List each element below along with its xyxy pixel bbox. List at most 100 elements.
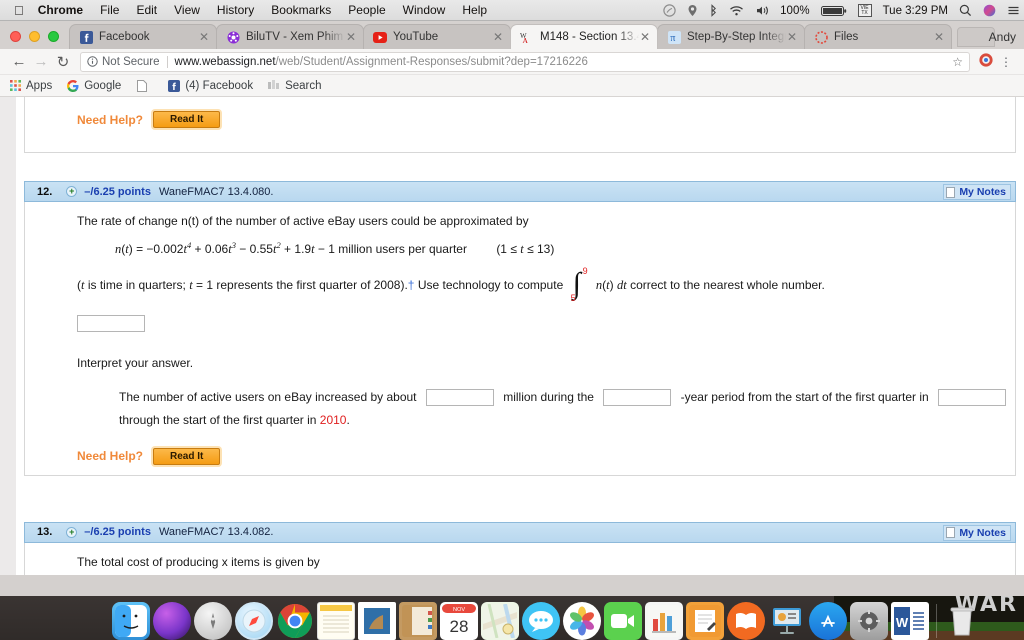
dock-item-calendar-icon[interactable]: NOV 28: [440, 602, 478, 640]
interpret-blank-2[interactable]: [603, 389, 672, 407]
dock-item-trash-icon[interactable]: [943, 602, 981, 640]
wifi-icon[interactable]: [729, 4, 744, 17]
menu-item-chrome[interactable]: Chrome: [38, 3, 83, 17]
expand-icon[interactable]: +: [66, 186, 78, 197]
dock-item-contacts-icon[interactable]: [399, 602, 437, 640]
macos-dock: WAR NOV 28 W: [0, 596, 1024, 640]
need-help-row: Need Help? Read It: [25, 111, 1015, 128]
bookmark-facebook[interactable]: (4) Facebook: [167, 79, 253, 93]
bookmark-search[interactable]: Search: [267, 79, 322, 93]
read-it-button[interactable]: Read It: [153, 111, 221, 128]
siri-icon[interactable]: [983, 4, 996, 17]
dock-item-launchpad-icon[interactable]: [194, 602, 232, 640]
profile-name-button[interactable]: Andy: [989, 30, 1016, 44]
browser-tab-m148-section-13-4[interactable]: WA M148 - Section 13.4 (6 ✕: [510, 24, 658, 49]
close-tab-icon[interactable]: ✕: [786, 31, 798, 43]
volume-icon[interactable]: [755, 4, 769, 17]
files-icon: [814, 30, 828, 44]
dock-item-system-preferences-icon[interactable]: [850, 602, 888, 640]
back-arrow-icon[interactable]: ←: [8, 53, 30, 70]
dock-item-photos-stamp-icon[interactable]: [358, 602, 396, 640]
minimize-window-button[interactable]: [29, 31, 40, 42]
note-page-icon: [946, 186, 956, 198]
dock-item-chrome-icon[interactable]: [276, 602, 314, 640]
interpret-blank-3[interactable]: [938, 389, 1007, 407]
question-12-need-help-row: Need Help? Read It: [25, 447, 1015, 465]
forward-arrow-icon[interactable]: →: [30, 53, 52, 70]
menu-item-people[interactable]: People: [348, 3, 385, 17]
my-notes-label: My Notes: [959, 186, 1006, 198]
reload-icon[interactable]: ↻: [52, 53, 74, 71]
menu-item-view[interactable]: View: [174, 3, 200, 17]
dock-item-pages-icon[interactable]: [686, 602, 724, 640]
my-notes-label: My Notes: [959, 526, 1006, 539]
chrome-menu-icon[interactable]: ⋮: [996, 55, 1016, 69]
dock-item-facetime-icon[interactable]: [604, 602, 642, 640]
notification-center-icon[interactable]: [1007, 4, 1020, 17]
apple-icon[interactable]: : [14, 4, 24, 17]
menu-item-help[interactable]: Help: [462, 3, 487, 17]
spotlight-search-icon[interactable]: [959, 4, 972, 17]
menu-item-bookmarks[interactable]: Bookmarks: [271, 3, 331, 17]
dock-item-notes-icon[interactable]: [317, 602, 355, 640]
dock-item-numbers-icon[interactable]: [645, 602, 683, 640]
battery-icon[interactable]: [820, 5, 847, 17]
dock-item-photos-icon[interactable]: [563, 602, 601, 640]
dock-item-keynote-icon[interactable]: [768, 602, 806, 640]
question-13-body: The total cost of producing x items is g…: [24, 542, 1016, 575]
menu-item-window[interactable]: Window: [403, 3, 446, 17]
my-notes-button[interactable]: My Notes: [943, 524, 1011, 541]
maximize-window-button[interactable]: [48, 31, 59, 42]
question-12-answer-row: [25, 301, 1015, 332]
input-source-icon[interactable]: VIE TX: [857, 4, 872, 17]
question-13: 13. + –/6.25 points WaneFMAC7 13.4.082. …: [16, 521, 1024, 575]
close-tab-icon[interactable]: ✕: [198, 31, 210, 43]
location-icon[interactable]: [687, 4, 698, 17]
browser-tab-youtube[interactable]: YouTube ✕: [363, 24, 511, 49]
dock-item-appstore-icon[interactable]: [809, 602, 847, 640]
menu-item-history[interactable]: History: [217, 3, 254, 17]
menu-item-edit[interactable]: Edit: [136, 3, 157, 17]
dock-item-messages-icon[interactable]: [522, 602, 560, 640]
bluetooth-icon[interactable]: [709, 4, 718, 17]
info-circle-icon[interactable]: Not Secure: [87, 56, 160, 68]
integral-symbol-icon: ∫ 9 5: [570, 266, 588, 303]
dock-item-siri-icon[interactable]: [153, 602, 191, 640]
close-tab-icon[interactable]: ✕: [933, 31, 945, 43]
shazam-icon[interactable]: [663, 4, 676, 17]
bookmark-apps[interactable]: Apps: [8, 79, 52, 93]
close-window-button[interactable]: [10, 31, 21, 42]
interpret-blank-1[interactable]: [425, 389, 494, 407]
browser-tab-files[interactable]: Files ✕: [804, 24, 952, 49]
bookmark-page[interactable]: [135, 79, 153, 93]
address-bar[interactable]: Not Secure www.webassign.net /web/Studen…: [80, 51, 970, 72]
expand-icon[interactable]: +: [66, 526, 78, 538]
read-it-button[interactable]: Read It: [153, 447, 221, 465]
question-code: WaneFMAC7 13.4.082.: [158, 526, 274, 539]
dock-item-maps-icon[interactable]: [481, 602, 519, 640]
close-tab-icon[interactable]: ✕: [345, 31, 357, 43]
dock-item-safari-icon[interactable]: [235, 602, 273, 640]
macos-menu-bar:  Chrome File Edit View History Bookmark…: [0, 0, 1024, 21]
footnote-dagger-icon[interactable]: †: [408, 278, 415, 292]
extension-icon[interactable]: [976, 52, 996, 71]
close-tab-icon[interactable]: ✕: [639, 31, 651, 43]
dock-item-finder-icon[interactable]: [112, 602, 150, 640]
dock-item-ibooks-icon[interactable]: [727, 602, 765, 640]
answer-input-12[interactable]: [77, 315, 145, 332]
my-notes-button[interactable]: My Notes: [943, 184, 1011, 200]
browser-tab-step-by-step-integral[interactable]: π Step-By-Step Integral C ✕: [657, 24, 805, 49]
bookmark-label: Google: [84, 79, 122, 92]
apps-grid-icon: [8, 79, 22, 93]
url-path: /web/Student/Assignment-Responses/submit…: [275, 55, 588, 68]
browser-tab-bilutv[interactable]: BiluTV - Xem Phim Nha ✕: [216, 24, 364, 49]
close-tab-icon[interactable]: ✕: [492, 31, 504, 43]
question-12-interpret-sentence: The number of active users on eBay incre…: [25, 372, 1015, 432]
dock-item-word-icon[interactable]: W: [891, 602, 929, 640]
bookmark-google[interactable]: Google: [66, 79, 121, 93]
browser-tab-facebook[interactable]: Facebook ✕: [69, 24, 217, 49]
menu-bar-clock[interactable]: Tue 3:29 PM: [883, 5, 948, 17]
bookmark-star-icon[interactable]: ☆: [952, 55, 963, 69]
svg-text:π: π: [670, 33, 675, 44]
menu-item-file[interactable]: File: [100, 3, 119, 17]
